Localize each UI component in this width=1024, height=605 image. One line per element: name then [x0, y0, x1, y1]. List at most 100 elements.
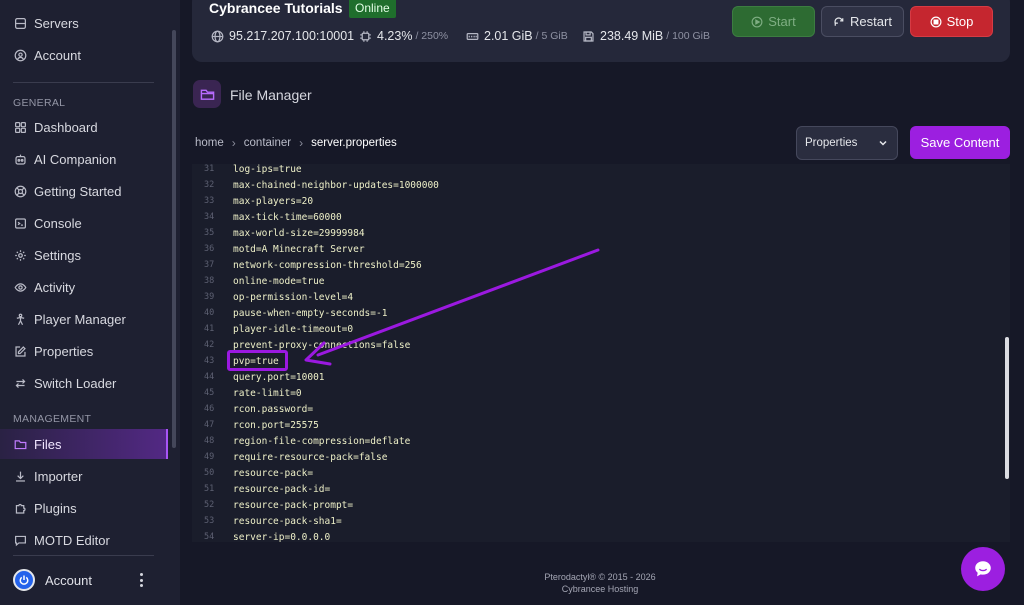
sidebar-item-label: Switch Loader: [34, 375, 117, 391]
line-number: 36: [204, 244, 215, 254]
code-line[interactable]: 40 pause-when-empty-seconds=-1: [192, 305, 1010, 321]
footer: Pterodactyl® © 2015 - 2026 Cybrancee Hos…: [500, 571, 700, 595]
sidebar-item-console[interactable]: Console: [0, 208, 168, 238]
restart-button[interactable]: Restart: [821, 6, 904, 37]
support-chat-button[interactable]: [961, 547, 1005, 591]
breadcrumb-container[interactable]: container: [244, 137, 291, 149]
line-number: 43: [204, 356, 215, 366]
sidebar-item-plugins[interactable]: Plugins: [0, 493, 168, 523]
cpu-limit: / 250%: [415, 30, 449, 42]
code-text[interactable]: region-file-compression=deflate: [233, 436, 410, 447]
code-text[interactable]: resource-pack-prompt=: [233, 500, 353, 511]
code-text[interactable]: require-resource-pack=false: [233, 452, 387, 463]
code-line[interactable]: 31 log-ips=true: [192, 164, 1010, 177]
play-circle-icon: [751, 16, 763, 28]
eye-icon: [14, 281, 27, 294]
code-text[interactable]: network-compression-threshold=256: [233, 260, 422, 271]
code-text[interactable]: max-world-size=29999984: [233, 228, 365, 239]
code-line[interactable]: 49 require-resource-pack=false: [192, 449, 1010, 465]
more-options-icon[interactable]: [135, 573, 147, 587]
line-number: 42: [204, 340, 215, 350]
line-number: 54: [204, 532, 215, 542]
sidebar-item-files[interactable]: Files: [0, 429, 168, 459]
footer-copyright: Pterodactyl® © 2015 - 2026: [544, 572, 656, 582]
code-text[interactable]: rate-limit=0: [233, 388, 302, 399]
code-text[interactable]: log-ips=true: [233, 164, 302, 175]
code-line[interactable]: 36 motd=A Minecraft Server: [192, 241, 1010, 257]
line-number: 52: [204, 500, 215, 510]
code-text[interactable]: max-chained-neighbor-updates=1000000: [233, 180, 439, 191]
sidebar-item-getting-started[interactable]: Getting Started: [0, 176, 168, 206]
user-circle-icon: [14, 49, 27, 62]
sidebar-item-label: Servers: [34, 15, 79, 31]
code-line[interactable]: 44 query.port=10001: [192, 369, 1010, 385]
breadcrumb-home[interactable]: home: [195, 137, 224, 149]
code-text[interactable]: server-ip=0.0.0.0: [233, 532, 330, 543]
code-line[interactable]: 35 max-world-size=29999984: [192, 225, 1010, 241]
editor-mode-select[interactable]: Properties: [796, 126, 898, 160]
code-line[interactable]: 39 op-permission-level=4: [192, 289, 1010, 305]
download-icon: [14, 470, 27, 483]
sidebar-account[interactable]: Account: [0, 564, 168, 596]
power-icon: [19, 575, 29, 585]
disk-value: 238.49 MiB: [600, 29, 664, 43]
code-line[interactable]: 52 resource-pack-prompt=: [192, 497, 1010, 513]
code-text[interactable]: query.port=10001: [233, 372, 325, 383]
code-line[interactable]: 42 prevent-proxy-connections=false: [192, 337, 1010, 353]
sidebar-item-ai-companion[interactable]: AI Companion: [0, 144, 168, 174]
code-line[interactable]: 53 resource-pack-sha1=: [192, 513, 1010, 529]
code-text[interactable]: player-idle-timeout=0: [233, 324, 353, 335]
code-text[interactable]: rcon.port=25575: [233, 420, 319, 431]
code-editor[interactable]: 31 log-ips=true 32 max-chained-neighbor-upd…: [192, 164, 1010, 542]
sidebar-item-settings[interactable]: Settings: [0, 240, 168, 270]
code-line[interactable]: 50 resource-pack=: [192, 465, 1010, 481]
code-text[interactable]: resource-pack=: [233, 468, 313, 479]
code-line[interactable]: 47 rcon.port=25575: [192, 417, 1010, 433]
code-text[interactable]: rcon.password=: [233, 404, 313, 415]
code-line[interactable]: 38 online-mode=true: [192, 273, 1010, 289]
sidebar-item-servers[interactable]: Servers: [0, 8, 168, 38]
code-line[interactable]: 41 player-idle-timeout=0: [192, 321, 1010, 337]
sidebar-item-player-manager[interactable]: Player Manager: [0, 304, 168, 334]
server-address-value: 95.217.207.100:10001: [229, 29, 355, 43]
sidebar-item-importer[interactable]: Importer: [0, 461, 168, 491]
code-line[interactable]: 32 max-chained-neighbor-updates=1000000: [192, 177, 1010, 193]
code-text[interactable]: prevent-proxy-connections=false: [233, 340, 410, 351]
code-text[interactable]: online-mode=true: [233, 276, 325, 287]
code-text[interactable]: op-permission-level=4: [233, 292, 353, 303]
start-button[interactable]: Start: [732, 6, 815, 37]
code-line[interactable]: 37 network-compression-threshold=256: [192, 257, 1010, 273]
save-content-button[interactable]: Save Content: [910, 126, 1010, 159]
line-number: 38: [204, 276, 215, 286]
code-line[interactable]: 33 max-players=20: [192, 193, 1010, 209]
code-text[interactable]: max-players=20: [233, 196, 313, 207]
code-line[interactable]: 34 max-tick-time=60000: [192, 209, 1010, 225]
memory-icon: [466, 30, 479, 43]
code-line[interactable]: 45 rate-limit=0: [192, 385, 1010, 401]
gear-icon: [14, 249, 27, 262]
code-line[interactable]: 46 rcon.password=: [192, 401, 1010, 417]
sidebar-item-switch-loader[interactable]: Switch Loader: [0, 368, 168, 398]
code-text[interactable]: resource-pack-id=: [233, 484, 330, 495]
sidebar-scrollbar[interactable]: [172, 30, 176, 448]
sidebar-heading-general: GENERAL: [13, 97, 66, 109]
editor-scrollbar[interactable]: [1005, 337, 1009, 479]
lifebuoy-icon: [14, 185, 27, 198]
code-text[interactable]: max-tick-time=60000: [233, 212, 342, 223]
code-line[interactable]: 54 server-ip=0.0.0.0: [192, 529, 1010, 543]
line-number: 50: [204, 468, 215, 478]
code-line[interactable]: 48 region-file-compression=deflate: [192, 433, 1010, 449]
sidebar-item-account[interactable]: Account: [0, 40, 168, 70]
cpu-value: 4.23%: [377, 29, 413, 43]
code-line[interactable]: 51 resource-pack-id=: [192, 481, 1010, 497]
sidebar-item-dashboard[interactable]: Dashboard: [0, 112, 168, 142]
code-text[interactable]: resource-pack-sha1=: [233, 516, 342, 527]
code-text[interactable]: pause-when-empty-seconds=-1: [233, 308, 387, 319]
code-text[interactable]: motd=A Minecraft Server: [233, 244, 365, 255]
sidebar-item-motd-editor[interactable]: MOTD Editor: [0, 525, 168, 555]
stop-button[interactable]: Stop: [910, 6, 993, 37]
editor-mode-value: Properties: [805, 137, 858, 149]
sidebar-item-properties[interactable]: Properties: [0, 336, 168, 366]
sidebar-item-activity[interactable]: Activity: [0, 272, 168, 302]
code-line[interactable]: 43 pvp=true: [192, 353, 1010, 369]
